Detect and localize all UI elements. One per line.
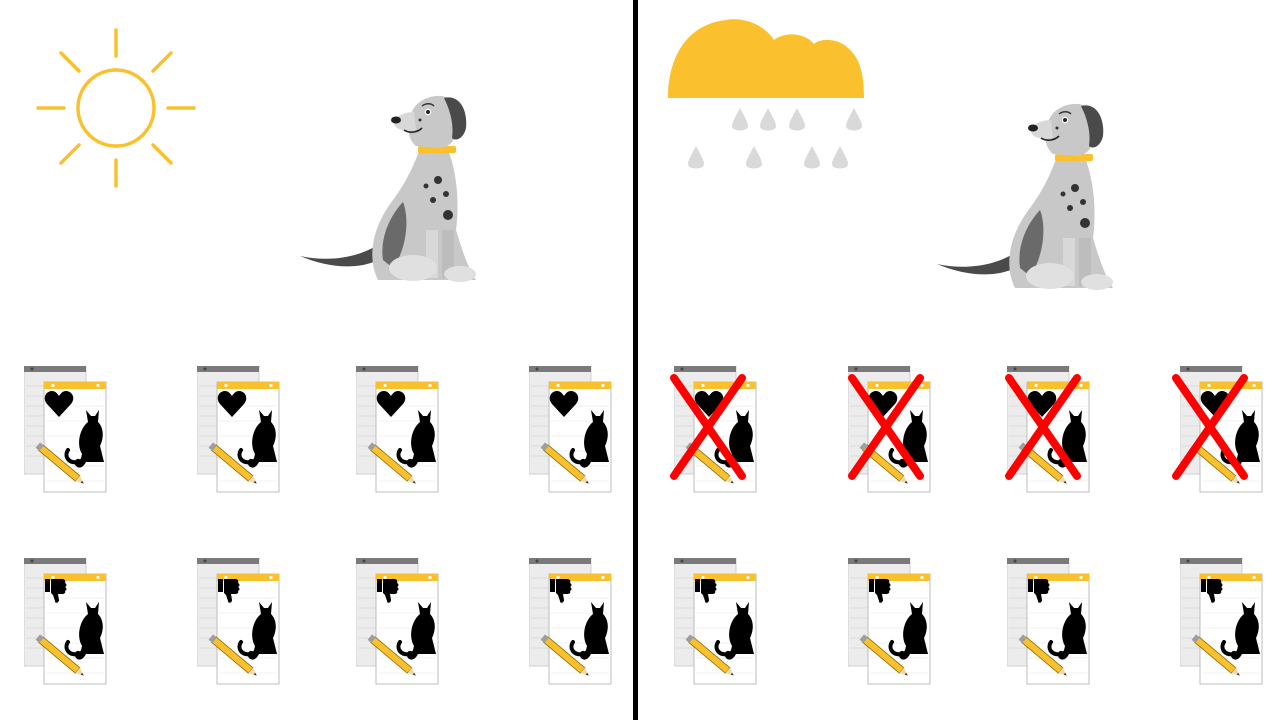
heart-cat-notepad [529,366,619,496]
dog-icon [935,98,1115,298]
thumbs-down-cat-notepad [848,558,938,688]
thumbs-down-cat-notepad [1007,558,1097,688]
heart-cat-notepad [356,366,446,496]
sunny-scene [0,0,636,720]
heart-cat-notepad [24,366,114,496]
sun-icon [36,28,196,188]
heart-cat-notepad-crossed [848,366,938,496]
heart-cat-notepad [197,366,287,496]
thumbs-down-cat-notepad [674,558,764,688]
heart-cat-notepad-crossed [674,366,764,496]
heart-cat-notepad-crossed [1180,366,1270,496]
rain-cloud-icon [668,16,868,176]
thumbs-down-cat-notepad [24,558,114,688]
thumbs-down-cat-notepad [197,558,287,688]
dog-icon [298,90,478,290]
rainy-scene [638,0,1280,720]
thumbs-down-cat-notepad [1180,558,1270,688]
heart-cat-notepad-crossed [1007,366,1097,496]
thumbs-down-cat-notepad [529,558,619,688]
thumbs-down-cat-notepad [356,558,446,688]
